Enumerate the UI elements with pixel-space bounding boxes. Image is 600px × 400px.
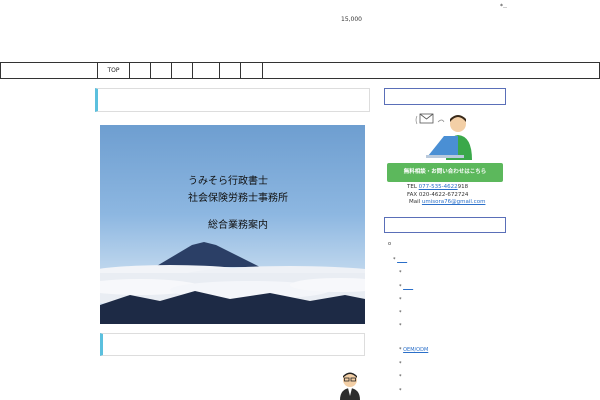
mail-label: Mail — [409, 199, 421, 205]
sidebar-item-bullet: * — [399, 388, 402, 394]
nav-item-5[interactable] — [192, 63, 219, 78]
nav-item-top[interactable]: TOP — [97, 63, 129, 78]
header-corner-mark: *‥ — [500, 3, 508, 10]
sidebar-item-3[interactable]: * ____ — [399, 284, 413, 290]
consult-button[interactable]: 無料相談・お問い合わせはこちら — [387, 163, 503, 182]
sidebar-item-2[interactable]: * — [399, 270, 402, 276]
fax-line: FAX 020-4622-672724 — [407, 192, 469, 198]
sidebar-item-oem-odm[interactable]: * OEM/ODM — [399, 347, 428, 353]
sidebar-item-1[interactable]: * ____ — [393, 257, 407, 263]
sidebar-item-bullet: * — [399, 361, 402, 367]
nav-item-6[interactable] — [219, 63, 240, 78]
sidebar-item-bullet: * — [399, 270, 402, 276]
sidebar-item-link[interactable]: ____ — [403, 284, 413, 290]
businessman-icon — [340, 372, 360, 400]
nav-item-2[interactable] — [129, 63, 150, 78]
sidebar-item-8[interactable]: * — [399, 361, 402, 367]
sidebar-item-10[interactable]: * — [399, 388, 402, 394]
sidebar-header-box — [384, 88, 506, 105]
sidebar-item-bullet: * — [399, 310, 402, 316]
sidebar-item-bullet: * — [399, 323, 402, 329]
sidebar-circle-item: o — [388, 241, 392, 247]
header-number: 15,000 — [341, 16, 362, 23]
sidebar-item-4[interactable]: * — [399, 297, 402, 303]
sidebar-item-bullet: * — [399, 374, 402, 380]
tel-label: TEL — [407, 184, 417, 190]
mail-icon — [415, 113, 434, 125]
sidebar-item-6[interactable]: * — [399, 323, 402, 329]
tel-rest: 918 — [457, 184, 469, 190]
sidebar-item-bullet: * — [393, 257, 396, 263]
sidebar-item-9[interactable]: * — [399, 374, 402, 380]
sidebar-item-link[interactable]: OEM/ODM — [403, 347, 428, 353]
nav-item-3[interactable] — [150, 63, 171, 78]
hero-line-1: うみそら行政書士 — [188, 176, 268, 187]
tel-line: TEL 077-535-4622918 — [407, 184, 468, 190]
sidebar-item-bullet: * — [399, 347, 402, 353]
sidebar-item-link[interactable]: ____ — [397, 257, 407, 263]
hero-line-3: 総合業務案内 — [208, 220, 268, 231]
mail-line: Mail umisora76@gmail.com — [409, 199, 485, 205]
sidebar-item-bullet: * — [399, 297, 402, 303]
nav-item-7[interactable] — [240, 63, 263, 78]
sidebar-item-bullet: * — [399, 284, 402, 290]
sidebar-menu-header-box — [384, 217, 506, 233]
mail-link[interactable]: umisora76@gmail.com — [422, 199, 486, 205]
nav-item-4[interactable] — [171, 63, 192, 78]
tel-link[interactable]: 077-535-4622 — [419, 184, 458, 190]
sidebar-item-5[interactable]: * — [399, 310, 402, 316]
person-laptop-icon — [415, 113, 472, 160]
content-section-box — [100, 333, 365, 356]
hero-image: うみそら行政書士 社会保険労務士事務所 総合業務案内 — [100, 125, 365, 324]
nav-bar: TOP — [0, 62, 600, 79]
hero-line-2: 社会保険労務士事務所 — [188, 193, 288, 204]
content-title-box — [95, 88, 370, 112]
